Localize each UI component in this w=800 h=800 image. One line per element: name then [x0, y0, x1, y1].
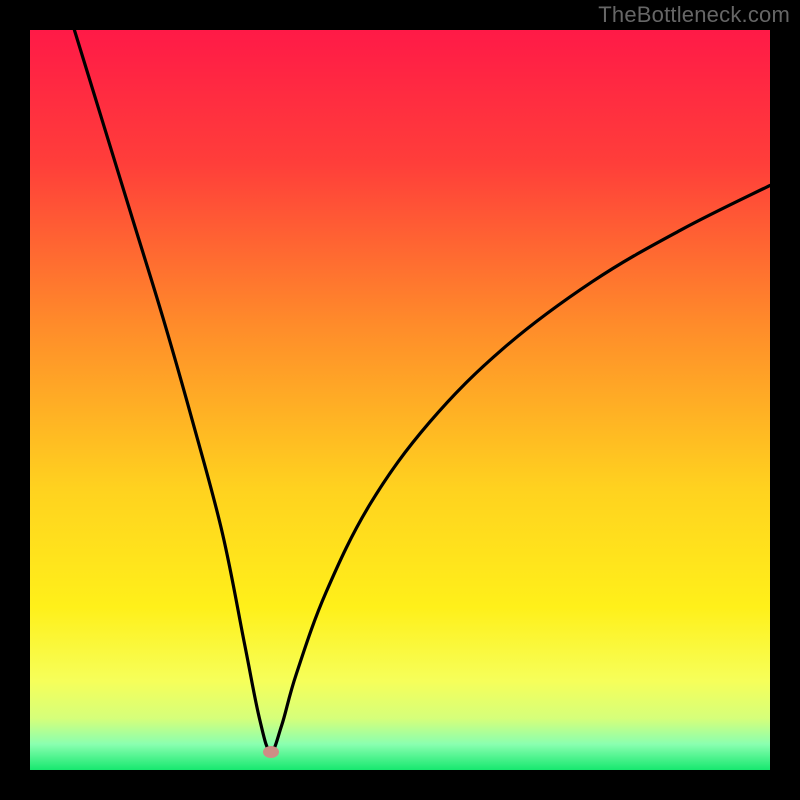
minimum-marker — [263, 746, 279, 758]
watermark-text: TheBottleneck.com — [598, 2, 790, 28]
chart-frame: TheBottleneck.com — [0, 0, 800, 800]
plot-area — [30, 30, 770, 770]
bottleneck-curve — [30, 30, 770, 770]
